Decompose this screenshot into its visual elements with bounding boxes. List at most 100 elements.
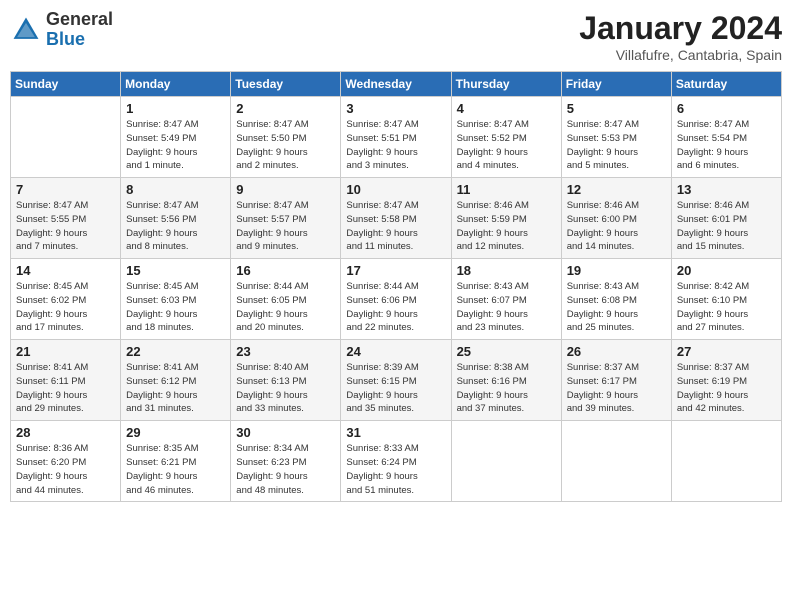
day-number: 12 — [567, 182, 666, 197]
day-detail: Sunrise: 8:47 AM Sunset: 5:53 PM Dayligh… — [567, 118, 666, 173]
day-detail: Sunrise: 8:46 AM Sunset: 6:00 PM Dayligh… — [567, 199, 666, 254]
calendar-cell: 4 Sunrise: 8:47 AM Sunset: 5:52 PM Daylig… — [451, 97, 561, 178]
calendar-cell: 7 Sunrise: 8:47 AM Sunset: 5:55 PM Daylig… — [11, 178, 121, 259]
day-number: 31 — [346, 425, 445, 440]
day-number: 7 — [16, 182, 115, 197]
day-number: 3 — [346, 101, 445, 116]
calendar-week-4: 21Sunrise: 8:41 AM Sunset: 6:11 PM Dayli… — [11, 340, 782, 421]
day-detail: Sunrise: 8:45 AM Sunset: 6:02 PM Dayligh… — [16, 280, 115, 335]
day-detail: Sunrise: 8:47 AM Sunset: 5:50 PM Dayligh… — [236, 118, 335, 173]
calendar-cell: 28 Sunrise: 8:36 AM Sunset: 6:20 PM Dayli… — [11, 421, 121, 502]
dow-header-saturday: Saturday — [671, 72, 781, 97]
calendar-cell: 9Sunrise: 8:47 AM Sunset: 5:57 PM Daylig… — [231, 178, 341, 259]
day-detail: Sunrise: 8:43 AM Sunset: 6:08 PM Dayligh… — [567, 280, 666, 335]
day-detail: Sunrise: 8:42 AM Sunset: 6:10 PM Dayligh… — [677, 280, 776, 335]
day-detail: Sunrise: 8:44 AM Sunset: 6:05 PM Dayligh… — [236, 280, 335, 335]
calendar-cell: 10 Sunrise: 8:47 AM Sunset: 5:58 PM Dayli… — [341, 178, 451, 259]
page-header: General Blue January 2024 Villafufre, Ca… — [10, 10, 782, 63]
location-subtitle: Villafufre, Cantabria, Spain — [579, 47, 782, 63]
dow-header-thursday: Thursday — [451, 72, 561, 97]
calendar-cell: 3 Sunrise: 8:47 AM Sunset: 5:51 PM Daylig… — [341, 97, 451, 178]
calendar-cell: 12 Sunrise: 8:46 AM Sunset: 6:00 PM Dayli… — [561, 178, 671, 259]
day-detail: Sunrise: 8:34 AM Sunset: 6:23 PM Dayligh… — [236, 442, 335, 497]
calendar-cell: 31 Sunrise: 8:33 AM Sunset: 6:24 PM Dayli… — [341, 421, 451, 502]
day-detail: Sunrise: 8:44 AM Sunset: 6:06 PM Dayligh… — [346, 280, 445, 335]
day-number: 19 — [567, 263, 666, 278]
day-detail: Sunrise: 8:47 AM Sunset: 5:56 PM Dayligh… — [126, 199, 225, 254]
day-number: 30 — [236, 425, 335, 440]
day-number: 23 — [236, 344, 335, 359]
day-detail: Sunrise: 8:41 AM Sunset: 6:11 PM Dayligh… — [16, 361, 115, 416]
day-detail: Sunrise: 8:40 AM Sunset: 6:13 PM Dayligh… — [236, 361, 335, 416]
day-detail: Sunrise: 8:33 AM Sunset: 6:24 PM Dayligh… — [346, 442, 445, 497]
calendar-cell: 17 Sunrise: 8:44 AM Sunset: 6:06 PM Dayli… — [341, 259, 451, 340]
calendar-cell: 5 Sunrise: 8:47 AM Sunset: 5:53 PM Daylig… — [561, 97, 671, 178]
day-number: 20 — [677, 263, 776, 278]
day-number: 2 — [236, 101, 335, 116]
day-number: 29 — [126, 425, 225, 440]
calendar-cell: 24 Sunrise: 8:39 AM Sunset: 6:15 PM Dayli… — [341, 340, 451, 421]
day-detail: Sunrise: 8:46 AM Sunset: 5:59 PM Dayligh… — [457, 199, 556, 254]
day-number: 24 — [346, 344, 445, 359]
day-detail: Sunrise: 8:47 AM Sunset: 5:55 PM Dayligh… — [16, 199, 115, 254]
logo-general: General — [46, 9, 113, 29]
calendar-cell: 16 Sunrise: 8:44 AM Sunset: 6:05 PM Dayli… — [231, 259, 341, 340]
day-detail: Sunrise: 8:37 AM Sunset: 6:17 PM Dayligh… — [567, 361, 666, 416]
calendar-cell: 6Sunrise: 8:47 AM Sunset: 5:54 PM Daylig… — [671, 97, 781, 178]
calendar-cell: 23 Sunrise: 8:40 AM Sunset: 6:13 PM Dayli… — [231, 340, 341, 421]
calendar-cell: 1Sunrise: 8:47 AM Sunset: 5:49 PM Daylig… — [121, 97, 231, 178]
day-number: 14 — [16, 263, 115, 278]
calendar-cell — [11, 97, 121, 178]
day-number: 26 — [567, 344, 666, 359]
day-number: 25 — [457, 344, 556, 359]
day-number: 27 — [677, 344, 776, 359]
day-number: 4 — [457, 101, 556, 116]
dow-header-tuesday: Tuesday — [231, 72, 341, 97]
day-detail: Sunrise: 8:39 AM Sunset: 6:15 PM Dayligh… — [346, 361, 445, 416]
dow-header-monday: Monday — [121, 72, 231, 97]
day-number: 28 — [16, 425, 115, 440]
calendar-cell: 11 Sunrise: 8:46 AM Sunset: 5:59 PM Dayli… — [451, 178, 561, 259]
day-number: 16 — [236, 263, 335, 278]
day-number: 13 — [677, 182, 776, 197]
day-detail: Sunrise: 8:36 AM Sunset: 6:20 PM Dayligh… — [16, 442, 115, 497]
day-detail: Sunrise: 8:46 AM Sunset: 6:01 PM Dayligh… — [677, 199, 776, 254]
calendar-cell: 8Sunrise: 8:47 AM Sunset: 5:56 PM Daylig… — [121, 178, 231, 259]
calendar-cell: 15Sunrise: 8:45 AM Sunset: 6:03 PM Dayli… — [121, 259, 231, 340]
calendar-table: SundayMondayTuesdayWednesdayThursdayFrid… — [10, 71, 782, 502]
calendar-cell: 29Sunrise: 8:35 AM Sunset: 6:21 PM Dayli… — [121, 421, 231, 502]
day-number: 5 — [567, 101, 666, 116]
calendar-cell: 25 Sunrise: 8:38 AM Sunset: 6:16 PM Dayli… — [451, 340, 561, 421]
day-detail: Sunrise: 8:47 AM Sunset: 5:51 PM Dayligh… — [346, 118, 445, 173]
dow-header-friday: Friday — [561, 72, 671, 97]
day-detail: Sunrise: 8:47 AM Sunset: 5:49 PM Dayligh… — [126, 118, 225, 173]
day-detail: Sunrise: 8:38 AM Sunset: 6:16 PM Dayligh… — [457, 361, 556, 416]
calendar-cell: 22Sunrise: 8:41 AM Sunset: 6:12 PM Dayli… — [121, 340, 231, 421]
calendar-cell: 19 Sunrise: 8:43 AM Sunset: 6:08 PM Dayli… — [561, 259, 671, 340]
day-detail: Sunrise: 8:47 AM Sunset: 5:54 PM Dayligh… — [677, 118, 776, 173]
calendar-cell: 26 Sunrise: 8:37 AM Sunset: 6:17 PM Dayli… — [561, 340, 671, 421]
day-detail: Sunrise: 8:47 AM Sunset: 5:52 PM Dayligh… — [457, 118, 556, 173]
calendar-cell: 30 Sunrise: 8:34 AM Sunset: 6:23 PM Dayli… — [231, 421, 341, 502]
calendar-cell — [451, 421, 561, 502]
title-block: January 2024 Villafufre, Cantabria, Spai… — [579, 10, 782, 63]
calendar-week-3: 14 Sunrise: 8:45 AM Sunset: 6:02 PM Dayli… — [11, 259, 782, 340]
day-number: 10 — [346, 182, 445, 197]
day-number: 17 — [346, 263, 445, 278]
logo: General Blue — [10, 10, 113, 50]
day-number: 18 — [457, 263, 556, 278]
day-number: 15 — [126, 263, 225, 278]
calendar-cell: 18Sunrise: 8:43 AM Sunset: 6:07 PM Dayli… — [451, 259, 561, 340]
day-number: 11 — [457, 182, 556, 197]
day-detail: Sunrise: 8:47 AM Sunset: 5:57 PM Dayligh… — [236, 199, 335, 254]
calendar-week-5: 28 Sunrise: 8:36 AM Sunset: 6:20 PM Dayli… — [11, 421, 782, 502]
day-number: 22 — [126, 344, 225, 359]
calendar-cell: 13 Sunrise: 8:46 AM Sunset: 6:01 PM Dayli… — [671, 178, 781, 259]
month-title: January 2024 — [579, 10, 782, 47]
days-of-week-row: SundayMondayTuesdayWednesdayThursdayFrid… — [11, 72, 782, 97]
day-detail: Sunrise: 8:47 AM Sunset: 5:58 PM Dayligh… — [346, 199, 445, 254]
calendar-week-1: 1Sunrise: 8:47 AM Sunset: 5:49 PM Daylig… — [11, 97, 782, 178]
calendar-cell: 2 Sunrise: 8:47 AM Sunset: 5:50 PM Daylig… — [231, 97, 341, 178]
calendar-cell: 21Sunrise: 8:41 AM Sunset: 6:11 PM Dayli… — [11, 340, 121, 421]
dow-header-sunday: Sunday — [11, 72, 121, 97]
